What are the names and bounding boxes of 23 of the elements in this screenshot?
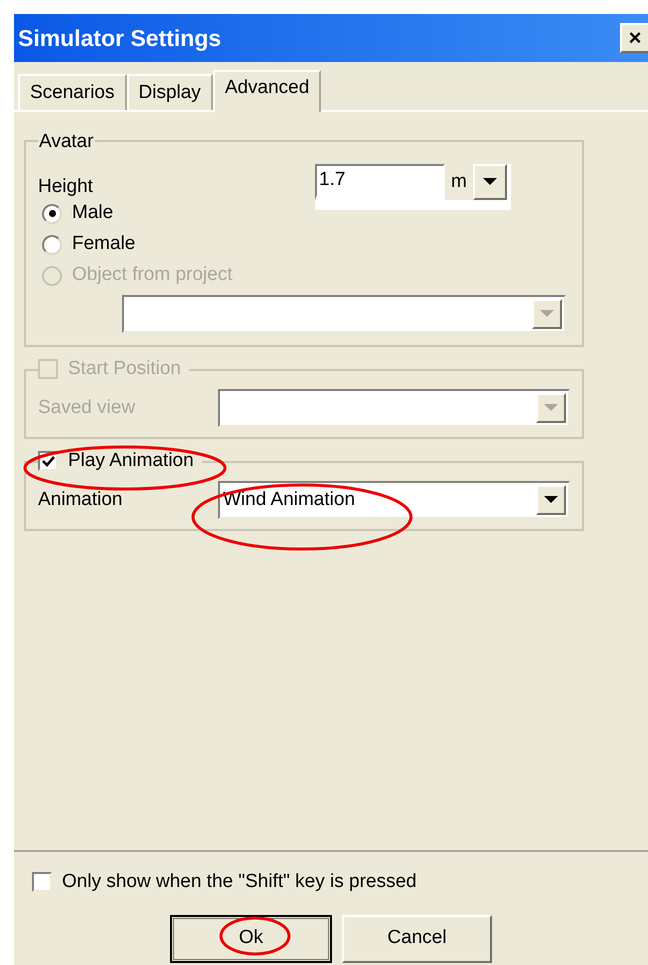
saved-view-label: Saved view (38, 396, 136, 420)
tab[interactable]: Scenarios (18, 74, 126, 110)
dropdown[interactable]: Wind Animation (218, 481, 570, 519)
checkbox[interactable] (32, 872, 52, 892)
radio-label: Female (72, 232, 136, 256)
dialog-button[interactable]: Ok (170, 914, 332, 962)
check-icon (42, 454, 54, 468)
tab[interactable]: Advanced (212, 70, 322, 112)
animation-label: Animation (38, 488, 124, 512)
checkbox-label: Start Position (68, 357, 181, 381)
checkbox-label: Only show when the "Shift" key is pressed (62, 870, 417, 894)
height-label: Height (38, 174, 94, 199)
radio-button[interactable] (42, 234, 62, 254)
radio-label: Object from project (72, 263, 232, 288)
radio-button[interactable] (42, 204, 62, 224)
height-field[interactable]: 1.7 m (315, 164, 511, 210)
dropdown[interactable] (218, 389, 570, 427)
close-button[interactable]: × (620, 23, 648, 53)
radio-label: Male (72, 201, 114, 226)
tab[interactable]: Display (126, 74, 213, 110)
checkbox-label: Play Animation (68, 449, 194, 473)
window-title: Simulator Settings (18, 24, 222, 53)
dialog-button[interactable]: Cancel (342, 914, 492, 962)
